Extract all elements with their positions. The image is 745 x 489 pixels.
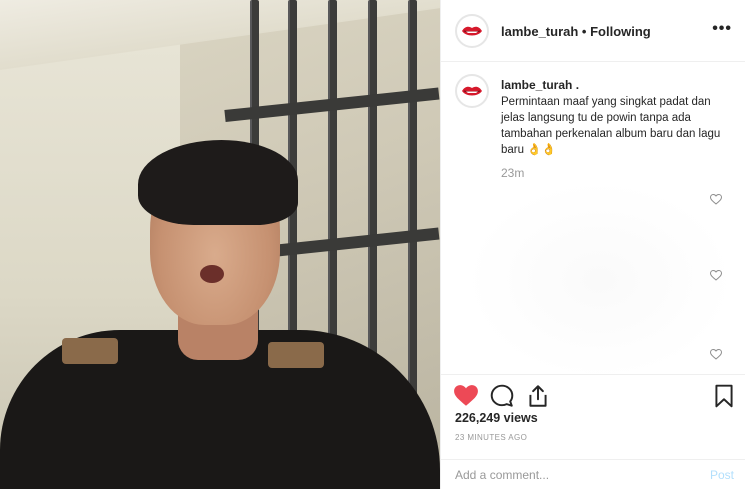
caption-time[interactable]: 23m bbox=[501, 166, 524, 180]
heart-outline-icon[interactable] bbox=[710, 349, 722, 360]
post-panel: lambe_turah • Following ••• lambe_turah … bbox=[440, 0, 745, 489]
like-heart-icon[interactable] bbox=[453, 383, 479, 409]
post-comment-button[interactable]: Post bbox=[710, 468, 734, 482]
bookmark-icon[interactable] bbox=[711, 383, 737, 409]
avatar[interactable] bbox=[455, 14, 489, 48]
shirt-patch bbox=[268, 342, 324, 368]
post-timestamp[interactable]: 23 MINUTES AGO bbox=[455, 433, 527, 442]
shirt-patch bbox=[62, 338, 118, 364]
comment-input[interactable] bbox=[455, 468, 675, 482]
following-status[interactable]: Following bbox=[590, 24, 651, 39]
caption-text: Permintaan maaf yang singkat padat dan j… bbox=[501, 96, 721, 156]
heart-outline-icon[interactable] bbox=[710, 270, 722, 281]
post-header: lambe_turah • Following ••• bbox=[441, 0, 745, 62]
heart-outline-icon[interactable] bbox=[710, 194, 722, 205]
comments-faded-bg bbox=[465, 180, 735, 380]
comments-area: lambe_turah . Permintaan maaf yang singk… bbox=[441, 62, 745, 380]
lips-logo-icon bbox=[462, 86, 482, 95]
add-comment-row: Post bbox=[441, 459, 745, 489]
header-separator: • bbox=[578, 24, 591, 39]
share-icon[interactable] bbox=[525, 383, 551, 409]
caption-username[interactable]: lambe_turah . bbox=[501, 78, 579, 92]
person-hair bbox=[138, 140, 298, 225]
view-count[interactable]: 226,249 views bbox=[455, 411, 538, 425]
comment-icon[interactable] bbox=[489, 383, 515, 409]
post-actions: 226,249 views 23 MINUTES AGO Post bbox=[441, 374, 745, 489]
post-video[interactable] bbox=[0, 0, 440, 489]
header-username[interactable]: lambe_turah bbox=[501, 24, 578, 39]
person-mouth bbox=[200, 265, 224, 283]
header-user-line: lambe_turah • Following bbox=[501, 24, 651, 39]
more-options-icon[interactable]: ••• bbox=[712, 20, 732, 38]
caption-avatar[interactable] bbox=[455, 74, 489, 108]
lips-logo-icon bbox=[462, 26, 482, 35]
